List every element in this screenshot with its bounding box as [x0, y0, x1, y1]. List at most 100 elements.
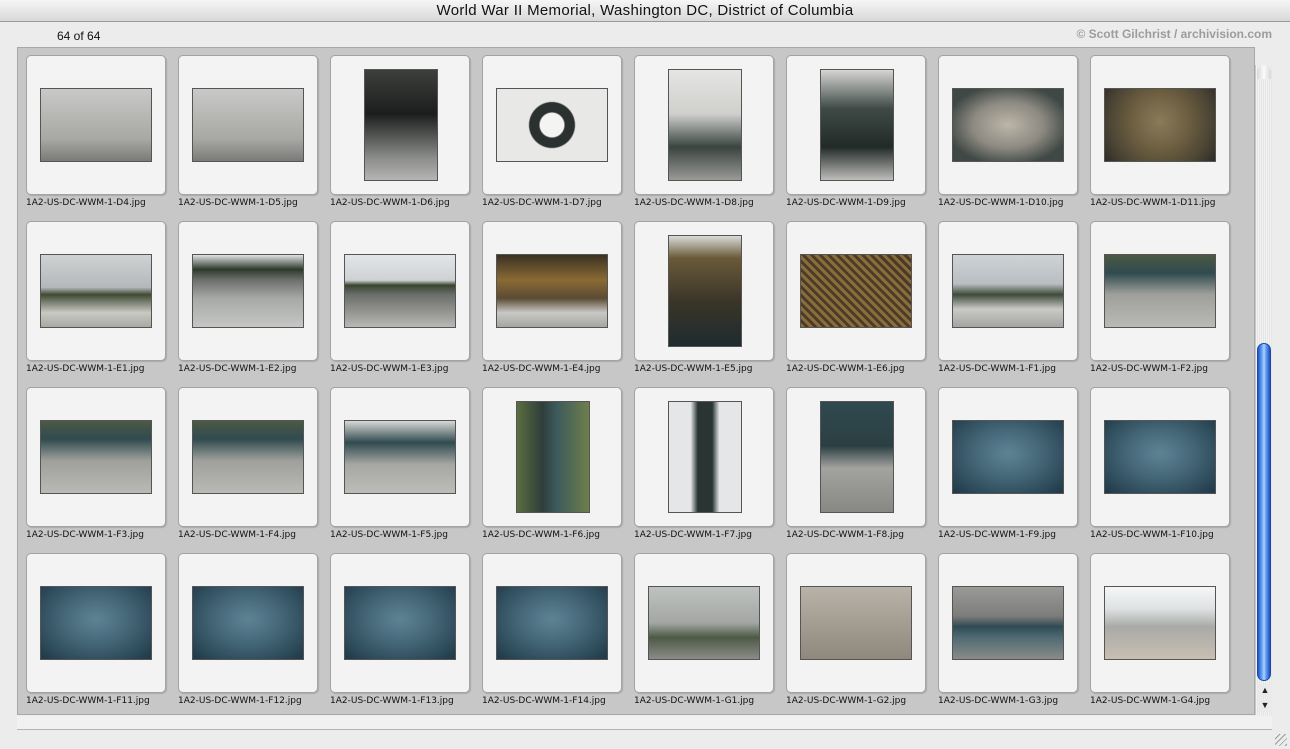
thumbnail-cell[interactable]: 1A2-US-DC-WWM-1-F3.jpg: [18, 380, 166, 540]
thumbnail-cell[interactable]: 1A2-US-DC-WWM-1-G1.jpg: [626, 546, 774, 706]
thumbnail-cell[interactable]: 1A2-US-DC-WWM-1-D10.jpg: [930, 48, 1078, 208]
thumbnail-cell[interactable]: 1A2-US-DC-WWM-1-F13.jpg: [322, 546, 470, 706]
thumbnail-frame[interactable]: [330, 55, 470, 195]
scroll-up-arrow-icon[interactable]: ▲: [1258, 684, 1272, 697]
thumbnail-cell[interactable]: 1A2-US-DC-WWM-1-G2.jpg: [778, 546, 926, 706]
thumbnail-cell[interactable]: 1A2-US-DC-WWM-1-D11.jpg: [1082, 48, 1230, 208]
thumbnail-frame[interactable]: [634, 221, 774, 361]
thumbnail-image[interactable]: [1104, 254, 1216, 328]
thumbnail-image[interactable]: [344, 420, 456, 494]
thumbnail-cell[interactable]: 1A2-US-DC-WWM-1-D8.jpg: [626, 48, 774, 208]
thumbnail-image[interactable]: [1104, 88, 1216, 162]
thumbnail-frame[interactable]: [178, 387, 318, 527]
resize-grip-icon[interactable]: [1275, 734, 1287, 746]
thumbnail-frame[interactable]: [482, 221, 622, 361]
thumbnail-cell[interactable]: 1A2-US-DC-WWM-1-D6.jpg: [322, 48, 470, 208]
thumbnail-image[interactable]: [496, 88, 608, 162]
thumbnail-frame[interactable]: [938, 553, 1078, 693]
thumbnail-image[interactable]: [192, 420, 304, 494]
thumbnail-frame[interactable]: [938, 221, 1078, 361]
thumbnail-frame[interactable]: [634, 387, 774, 527]
thumbnail-frame[interactable]: [786, 221, 926, 361]
thumbnail-cell[interactable]: 1A2-US-DC-WWM-1-E4.jpg: [474, 214, 622, 374]
thumbnail-frame[interactable]: [26, 221, 166, 361]
thumbnail-image[interactable]: [648, 586, 760, 660]
thumbnail-cell[interactable]: 1A2-US-DC-WWM-1-E1.jpg: [18, 214, 166, 374]
thumbnail-frame[interactable]: [1090, 387, 1230, 527]
thumbnail-image[interactable]: [516, 401, 590, 513]
thumbnail-image[interactable]: [952, 254, 1064, 328]
thumbnail-cell[interactable]: 1A2-US-DC-WWM-1-F14.jpg: [474, 546, 622, 706]
thumbnail-cell[interactable]: 1A2-US-DC-WWM-1-E6.jpg: [778, 214, 926, 374]
thumbnail-image[interactable]: [192, 88, 304, 162]
thumbnail-frame[interactable]: [786, 553, 926, 693]
thumbnail-cell[interactable]: 1A2-US-DC-WWM-1-F9.jpg: [930, 380, 1078, 540]
thumbnail-cell[interactable]: 1A2-US-DC-WWM-1-E2.jpg: [170, 214, 318, 374]
thumbnail-frame[interactable]: [482, 55, 622, 195]
thumbnail-cell[interactable]: 1A2-US-DC-WWM-1-D7.jpg: [474, 48, 622, 208]
thumbnail-frame[interactable]: [1090, 221, 1230, 361]
scroll-down-arrow-icon[interactable]: ▼: [1258, 699, 1272, 712]
thumbnail-cell[interactable]: 1A2-US-DC-WWM-1-F8.jpg: [778, 380, 926, 540]
thumbnail-cell[interactable]: 1A2-US-DC-WWM-1-F5.jpg: [322, 380, 470, 540]
scrollbar-thumb[interactable]: [1257, 343, 1271, 681]
thumbnail-image[interactable]: [344, 586, 456, 660]
thumbnail-frame[interactable]: [634, 553, 774, 693]
thumbnail-frame[interactable]: [1090, 553, 1230, 693]
thumbnail-cell[interactable]: 1A2-US-DC-WWM-1-F2.jpg: [1082, 214, 1230, 374]
thumbnail-cell[interactable]: 1A2-US-DC-WWM-1-D9.jpg: [778, 48, 926, 208]
thumbnail-image[interactable]: [192, 254, 304, 328]
thumbnail-cell[interactable]: 1A2-US-DC-WWM-1-F12.jpg: [170, 546, 318, 706]
thumbnail-cell[interactable]: 1A2-US-DC-WWM-1-G3.jpg: [930, 546, 1078, 706]
thumbnail-image[interactable]: [192, 586, 304, 660]
thumbnail-cell[interactable]: 1A2-US-DC-WWM-1-E5.jpg: [626, 214, 774, 374]
thumbnail-frame[interactable]: [938, 55, 1078, 195]
thumbnail-frame[interactable]: [634, 55, 774, 195]
thumbnail-frame[interactable]: [330, 387, 470, 527]
thumbnail-frame[interactable]: [330, 221, 470, 361]
thumbnail-image[interactable]: [364, 69, 438, 181]
thumbnail-frame[interactable]: [26, 55, 166, 195]
thumbnail-cell[interactable]: 1A2-US-DC-WWM-1-E3.jpg: [322, 214, 470, 374]
thumbnail-image[interactable]: [800, 586, 912, 660]
thumbnail-image[interactable]: [40, 586, 152, 660]
vertical-scrollbar[interactable]: [1255, 65, 1272, 715]
thumbnail-cell[interactable]: 1A2-US-DC-WWM-1-G4.jpg: [1082, 546, 1230, 706]
thumbnail-frame[interactable]: [330, 553, 470, 693]
thumbnail-image[interactable]: [496, 254, 608, 328]
thumbnail-image[interactable]: [40, 88, 152, 162]
thumbnail-cell[interactable]: 1A2-US-DC-WWM-1-F7.jpg: [626, 380, 774, 540]
thumbnail-image[interactable]: [820, 69, 894, 181]
thumbnail-frame[interactable]: [482, 387, 622, 527]
thumbnail-frame[interactable]: [786, 387, 926, 527]
thumbnail-frame[interactable]: [786, 55, 926, 195]
thumbnail-image[interactable]: [668, 69, 742, 181]
thumbnail-image[interactable]: [40, 254, 152, 328]
thumbnail-frame[interactable]: [26, 553, 166, 693]
thumbnail-cell[interactable]: 1A2-US-DC-WWM-1-D4.jpg: [18, 48, 166, 208]
thumbnail-image[interactable]: [952, 586, 1064, 660]
thumbnail-cell[interactable]: 1A2-US-DC-WWM-1-D5.jpg: [170, 48, 318, 208]
thumbnail-frame[interactable]: [178, 55, 318, 195]
thumbnail-frame[interactable]: [482, 553, 622, 693]
thumbnail-image[interactable]: [952, 420, 1064, 494]
thumbnail-image[interactable]: [668, 401, 742, 513]
thumbnail-image[interactable]: [952, 88, 1064, 162]
thumbnail-image[interactable]: [668, 235, 742, 347]
thumbnail-frame[interactable]: [26, 387, 166, 527]
thumbnail-cell[interactable]: 1A2-US-DC-WWM-1-F6.jpg: [474, 380, 622, 540]
thumbnail-image[interactable]: [344, 254, 456, 328]
horizontal-scrollbar[interactable]: [17, 716, 1272, 730]
thumbnail-frame[interactable]: [938, 387, 1078, 527]
thumbnail-frame[interactable]: [178, 221, 318, 361]
thumbnail-image[interactable]: [496, 586, 608, 660]
thumbnail-image[interactable]: [1104, 420, 1216, 494]
thumbnail-image[interactable]: [40, 420, 152, 494]
thumbnail-cell[interactable]: 1A2-US-DC-WWM-1-F11.jpg: [18, 546, 166, 706]
thumbnail-frame[interactable]: [1090, 55, 1230, 195]
thumbnail-image[interactable]: [800, 254, 912, 328]
thumbnail-cell[interactable]: 1A2-US-DC-WWM-1-F10.jpg: [1082, 380, 1230, 540]
thumbnail-image[interactable]: [1104, 586, 1216, 660]
thumbnail-frame[interactable]: [178, 553, 318, 693]
thumbnail-cell[interactable]: 1A2-US-DC-WWM-1-F4.jpg: [170, 380, 318, 540]
